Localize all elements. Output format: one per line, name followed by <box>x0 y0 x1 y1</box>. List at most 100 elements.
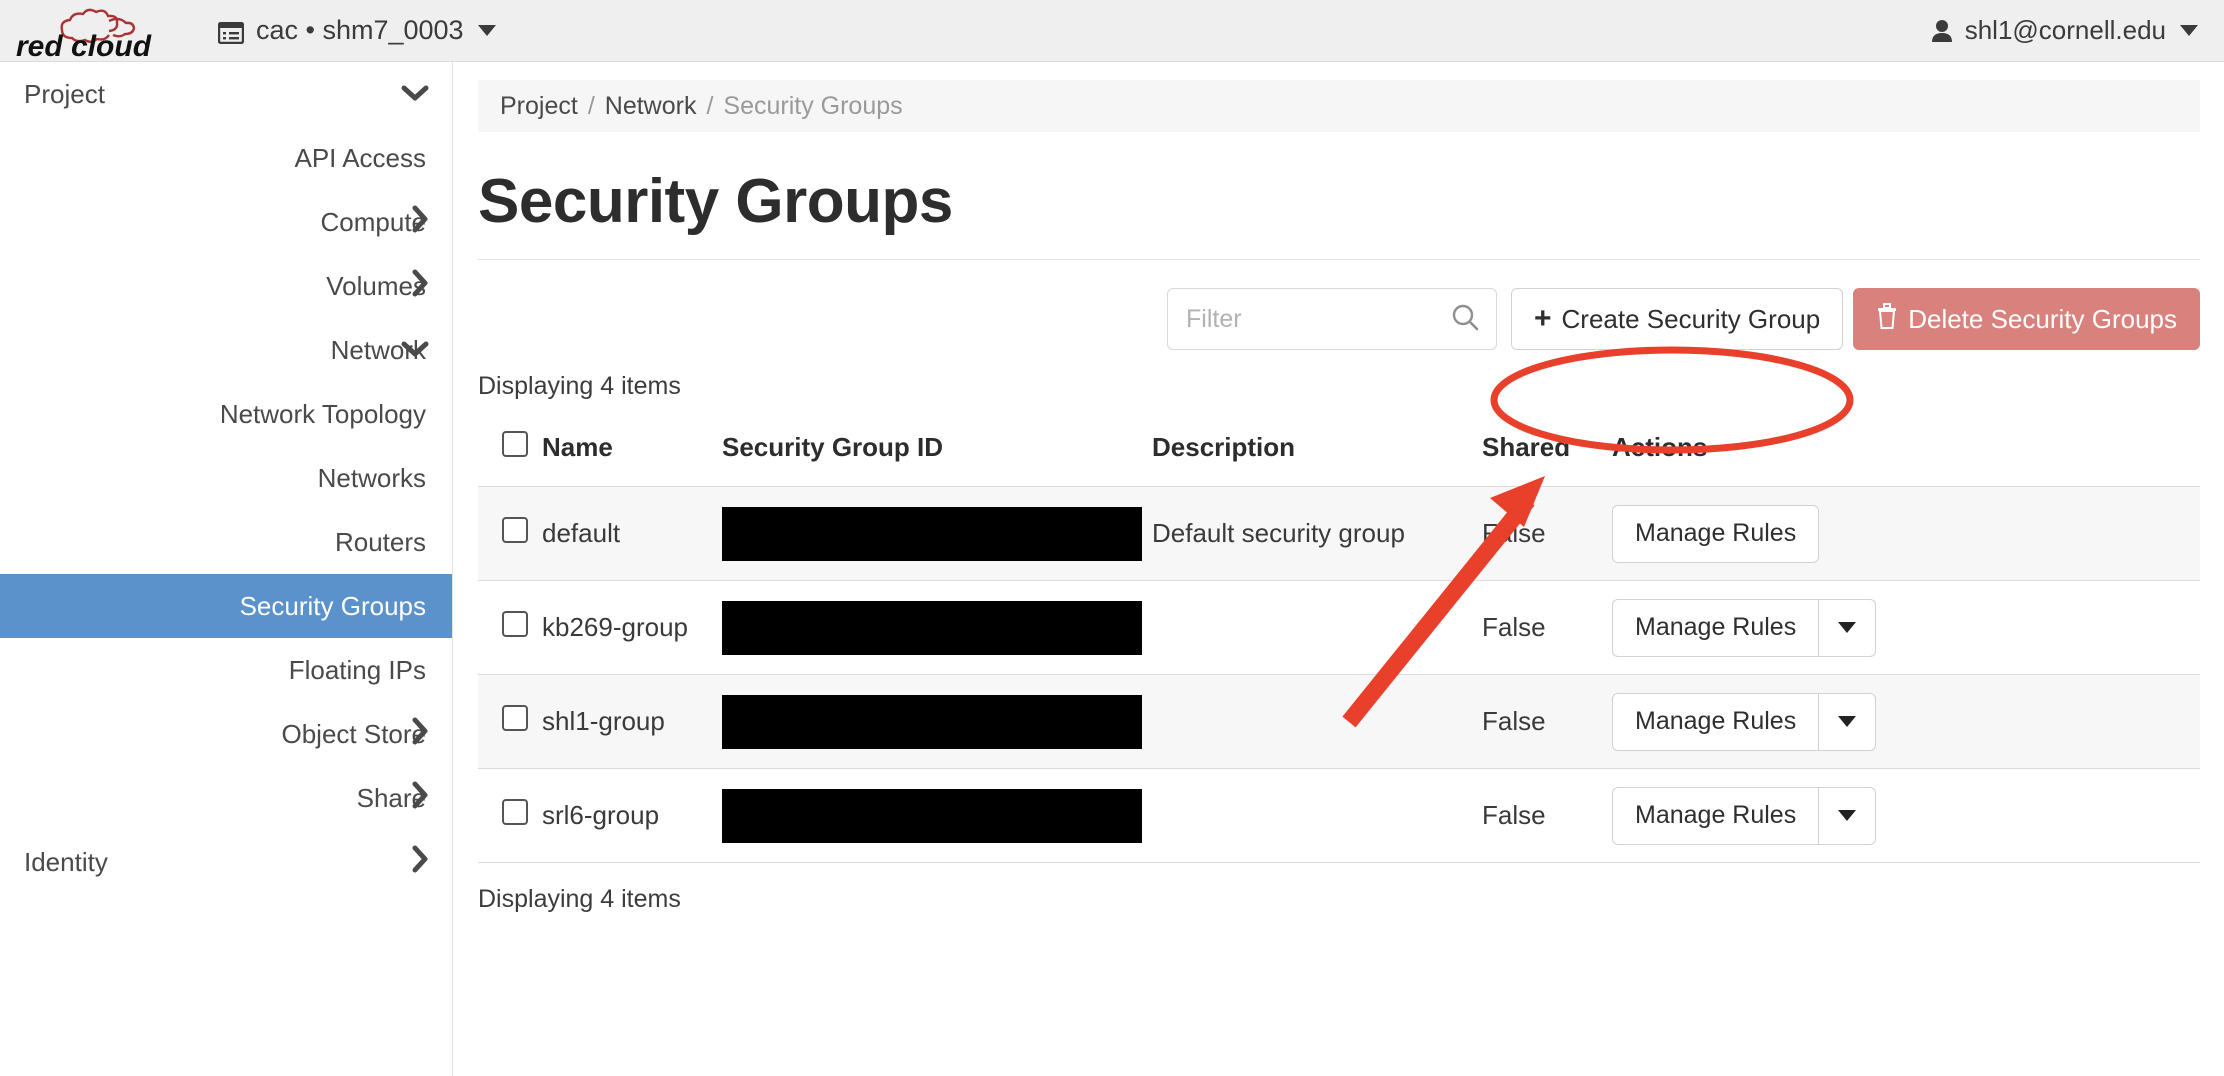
breadcrumb-current: Security Groups <box>723 91 903 120</box>
breadcrumb-project[interactable]: Project <box>500 92 578 121</box>
row-select-cell <box>478 580 542 675</box>
column-header-shared[interactable]: Shared <box>1482 417 1612 487</box>
table-row[interactable]: kb269-group False Manage Rules <box>478 580 2200 675</box>
sidebar-item-network[interactable]: Network <box>0 318 452 382</box>
cell-description: Default security group <box>1152 486 1482 581</box>
cell-name: kb269-group <box>542 580 722 675</box>
cell-name: shl1-group <box>542 674 722 769</box>
manage-rules-button[interactable]: Manage Rules <box>1612 598 1819 657</box>
row-checkbox[interactable] <box>502 611 528 637</box>
table-body: default Default security group False Manage… <box>478 486 2200 863</box>
row-actions-group: Manage Rules <box>1612 692 2200 751</box>
sidebar-item-api-access[interactable]: API Access <box>0 126 452 190</box>
main-content: Project / Network / Security Groups Secu… <box>454 62 2224 1076</box>
breadcrumb: Project / Network / Security Groups <box>478 80 2200 132</box>
create-security-group-button[interactable]: + Create Security Group <box>1511 288 1844 350</box>
sidebar-item-share[interactable]: Share <box>0 766 452 830</box>
row-checkbox[interactable] <box>502 517 528 543</box>
cell-security-group-id <box>722 580 1152 675</box>
cell-description <box>1152 580 1482 675</box>
cell-shared: False <box>1482 580 1612 675</box>
table-row[interactable]: shl1-group False Manage Rules <box>478 674 2200 769</box>
create-security-group-label: Create Security Group <box>1561 303 1821 334</box>
page-title: Security Groups <box>478 167 953 236</box>
row-select-cell <box>478 486 542 581</box>
row-actions-group: Manage Rules <box>1612 786 2200 845</box>
sidebar-item-networks[interactable]: Networks <box>0 446 452 510</box>
project-list-icon <box>217 20 245 44</box>
row-actions-dropdown-toggle[interactable] <box>1818 598 1877 657</box>
manage-rules-button[interactable]: Manage Rules <box>1612 692 1819 751</box>
row-actions-group: Manage Rules <box>1612 598 2200 657</box>
cell-actions: Manage Rules <box>1612 580 2200 675</box>
table-row[interactable]: srl6-group False Manage Rules <box>478 768 2200 863</box>
chevron-down-icon <box>2180 25 2198 36</box>
chevron-down-icon <box>1838 622 1857 633</box>
breadcrumb-separator: / <box>587 91 595 120</box>
chevron-down-icon <box>477 25 496 36</box>
row-actions-group: Manage Rules <box>1612 504 2200 563</box>
row-actions-dropdown-toggle[interactable] <box>1818 692 1877 751</box>
cell-security-group-id <box>722 768 1152 863</box>
column-header-actions: Actions <box>1612 417 2200 487</box>
sidebar-item-object-store[interactable]: Object Store <box>0 702 452 766</box>
cell-actions: Manage Rules <box>1612 674 2200 769</box>
table-header-row: Name Security Group ID Description Share… <box>478 417 2200 487</box>
plus-icon: + <box>1534 302 1552 335</box>
user-icon <box>1931 19 1953 43</box>
redaction-bar <box>722 788 1142 843</box>
manage-rules-button[interactable]: Manage Rules <box>1612 786 1819 845</box>
column-header-name[interactable]: Name <box>542 417 722 487</box>
cell-name: default <box>542 486 722 581</box>
user-menu[interactable]: shl1@cornell.edu <box>1931 15 2198 46</box>
cell-security-group-id <box>722 674 1152 769</box>
logo-wordmark: red cloud <box>16 30 152 60</box>
sidebar-item-label: Networks <box>317 462 426 493</box>
delete-security-groups-button[interactable]: Delete Security Groups <box>1853 288 2200 350</box>
sidebar-item-compute[interactable]: Compute <box>0 190 452 254</box>
sidebar-item-routers[interactable]: Routers <box>0 510 452 574</box>
cell-description <box>1152 768 1482 863</box>
row-select-cell <box>478 674 542 769</box>
sidebar-nav: Project API Access Compute Volumes Network Ne… <box>0 62 453 1076</box>
table-header: Name Security Group ID Description Share… <box>478 417 2200 487</box>
project-label: cac • shm7_0003 <box>256 15 464 45</box>
cell-security-group-id <box>722 486 1152 581</box>
sidebar-item-identity[interactable]: Identity <box>0 830 452 894</box>
sidebar-item-floating-ips[interactable]: Floating IPs <box>0 638 452 702</box>
top-bar: red cloud cac • shm7_0003 shl1@cornell.e… <box>0 0 2224 62</box>
breadcrumb-network[interactable]: Network <box>605 92 697 121</box>
row-checkbox[interactable] <box>502 705 528 731</box>
sidebar-item-network-topology[interactable]: Network Topology <box>0 382 452 446</box>
sidebar-item-label: Project <box>24 78 105 109</box>
table-row[interactable]: default Default security group False Manage… <box>478 486 2200 581</box>
search-input[interactable] <box>1184 303 1434 335</box>
breadcrumb-separator: / <box>706 91 714 120</box>
column-header-security-group-id[interactable]: Security Group ID <box>722 417 1152 487</box>
select-all-checkbox[interactable] <box>502 431 528 457</box>
project-selector[interactable]: cac • shm7_0003 <box>217 15 496 46</box>
filter-box[interactable] <box>1167 288 1497 350</box>
chevron-right-icon <box>410 844 430 881</box>
security-groups-table: Name Security Group ID Description Share… <box>478 417 2200 863</box>
row-checkbox[interactable] <box>502 799 528 825</box>
row-actions-dropdown-toggle[interactable] <box>1818 786 1877 845</box>
cell-shared: False <box>1482 674 1612 769</box>
sidebar-item-volumes[interactable]: Volumes <box>0 254 452 318</box>
chevron-down-icon <box>1838 716 1857 727</box>
search-icon[interactable] <box>1450 302 1480 337</box>
sidebar-item-label: Floating IPs <box>288 654 426 685</box>
sidebar-item-project[interactable]: Project <box>0 62 452 126</box>
user-email-label: shl1@cornell.edu <box>1964 15 2166 45</box>
column-header-description[interactable]: Description <box>1152 417 1482 487</box>
cell-shared: False <box>1482 486 1612 581</box>
chevron-right-icon <box>410 204 430 241</box>
cell-actions: Manage Rules <box>1612 768 2200 863</box>
red-cloud-logo[interactable]: red cloud <box>0 0 200 62</box>
manage-rules-button[interactable]: Manage Rules <box>1612 504 1820 563</box>
sidebar-item-security-groups[interactable]: Security Groups <box>0 574 452 638</box>
redaction-bar <box>722 694 1142 749</box>
chevron-down-icon <box>400 79 430 110</box>
cell-description <box>1152 674 1482 769</box>
delete-security-groups-label: Delete Security Groups <box>1908 303 2177 334</box>
